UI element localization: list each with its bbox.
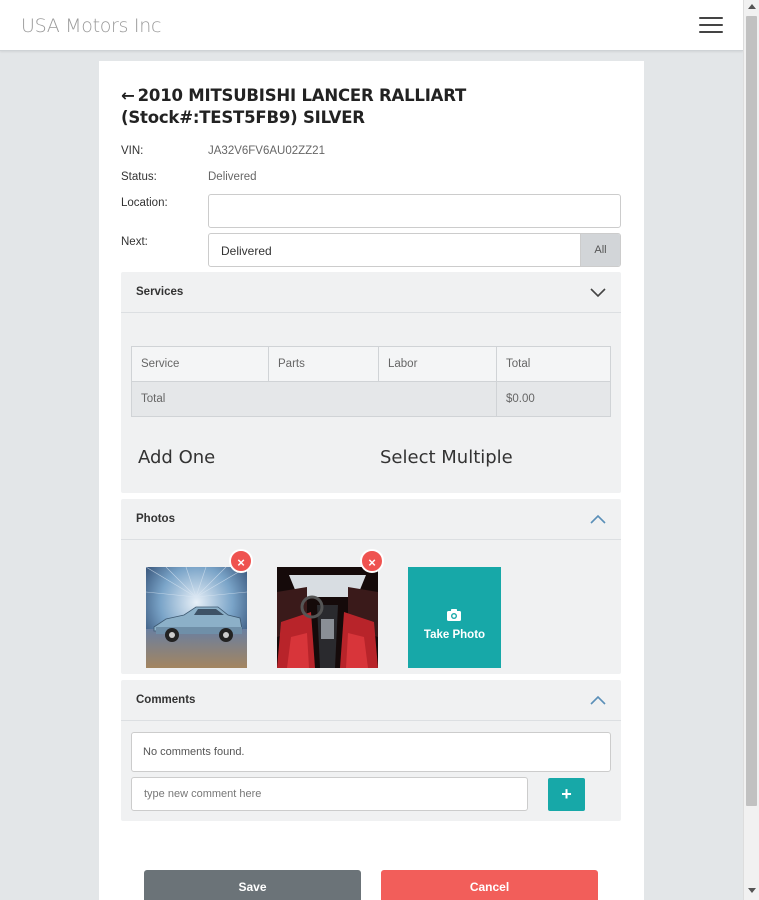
- car-interior-image: [277, 567, 378, 668]
- status-value: Delivered: [208, 171, 257, 183]
- comments-title: Comments: [136, 694, 196, 706]
- services-title: Services: [136, 286, 184, 298]
- column-header-parts: Parts: [268, 346, 379, 382]
- vehicle-title: 2010 MITSUBISHI LANCER RALLIART (Stock#:…: [121, 86, 467, 127]
- column-header-total: Total: [496, 346, 611, 382]
- next-label: Next:: [121, 236, 148, 248]
- vehicle-photo-interior[interactable]: [277, 567, 378, 668]
- total-value: $0.00: [496, 381, 611, 417]
- status-label: Status:: [121, 171, 157, 183]
- next-status-select[interactable]: Delivered All: [208, 233, 621, 267]
- table-total-row: Total $0.00: [131, 381, 611, 417]
- vehicle-photo-exterior[interactable]: [146, 567, 247, 668]
- no-comments-text: No comments found.: [143, 746, 245, 758]
- chevron-up-icon[interactable]: [590, 694, 606, 706]
- page-title: ← 2010 MITSUBISHI LANCER RALLIART (Stock#…: [121, 85, 631, 129]
- back-arrow-icon[interactable]: ←: [121, 86, 135, 105]
- vin-value: JA32V6FV6AU02ZZ21: [208, 145, 325, 157]
- page-scrollbar[interactable]: [743, 0, 759, 900]
- save-button[interactable]: Save: [144, 870, 361, 900]
- comments-panel-header[interactable]: Comments: [121, 680, 621, 721]
- photos-panel-header[interactable]: Photos: [121, 499, 621, 540]
- services-panel: Services Service Parts Labor Total Total…: [121, 272, 621, 493]
- comments-list: No comments found.: [131, 732, 611, 772]
- location-label: Location:: [121, 197, 168, 209]
- scroll-up-icon[interactable]: [748, 4, 756, 9]
- chevron-up-icon[interactable]: [590, 513, 606, 525]
- delete-photo-1-button[interactable]: ×: [229, 549, 253, 573]
- take-photo-button[interactable]: Take Photo: [408, 567, 501, 668]
- services-table: Service Parts Labor Total Total $0.00: [131, 346, 611, 417]
- scroll-thumb[interactable]: [746, 16, 757, 806]
- column-header-service: Service: [131, 346, 269, 382]
- car-exterior-image: [146, 567, 247, 668]
- vin-label: VIN:: [121, 145, 144, 157]
- delete-photo-2-button[interactable]: ×: [360, 549, 384, 573]
- camera-icon: [447, 609, 461, 621]
- table-header-row: Service Parts Labor Total: [131, 346, 611, 382]
- total-label: Total: [131, 381, 497, 417]
- column-header-labor: Labor: [378, 346, 497, 382]
- add-one-button[interactable]: Add One: [138, 447, 215, 468]
- top-navbar: USA Motors Inc: [0, 0, 743, 51]
- services-panel-header[interactable]: Services: [121, 272, 621, 313]
- scroll-down-icon[interactable]: [748, 888, 756, 893]
- photos-title: Photos: [136, 513, 175, 525]
- cancel-button[interactable]: Cancel: [381, 870, 598, 900]
- all-statuses-button[interactable]: All: [580, 234, 620, 266]
- chevron-down-icon[interactable]: [590, 286, 606, 298]
- vehicle-card: ← 2010 MITSUBISHI LANCER RALLIART (Stock#…: [99, 61, 644, 900]
- new-comment-input[interactable]: [131, 777, 528, 811]
- select-multiple-button[interactable]: Select Multiple: [380, 447, 513, 468]
- take-photo-label: Take Photo: [423, 629, 486, 641]
- hamburger-menu-icon[interactable]: [699, 17, 723, 35]
- location-input[interactable]: [208, 194, 621, 228]
- next-status-value: Delivered: [221, 244, 272, 258]
- brand-name[interactable]: USA Motors Inc: [21, 15, 161, 37]
- photos-panel: Photos × × Take Photo: [121, 499, 621, 674]
- add-comment-button[interactable]: +: [548, 778, 585, 811]
- comments-panel: Comments No comments found. +: [121, 680, 621, 821]
